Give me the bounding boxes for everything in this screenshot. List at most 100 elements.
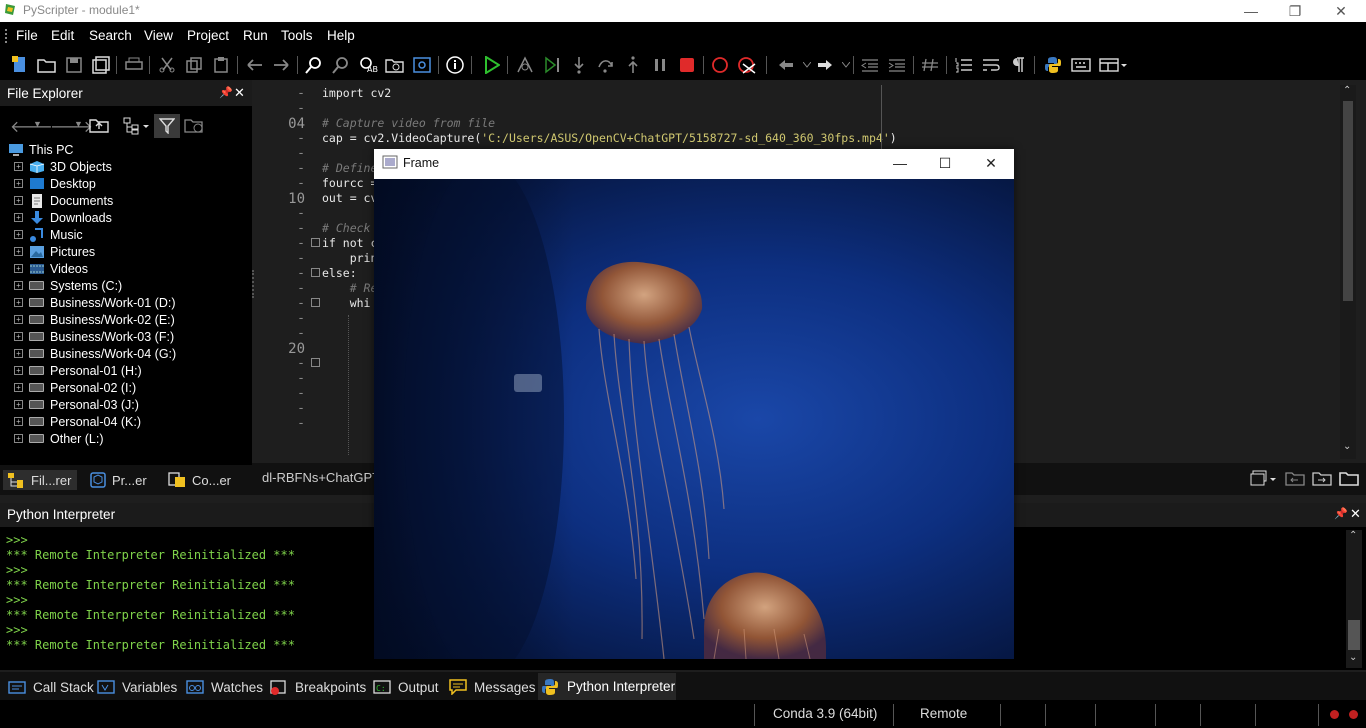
frame-minimize-button[interactable]: — (877, 151, 923, 175)
engine-mode-status[interactable]: Remote (920, 706, 967, 721)
scrollbar-thumb[interactable] (1343, 101, 1353, 301)
restore-button[interactable]: ❐ (1272, 0, 1318, 22)
code-line[interactable]: prin (322, 251, 378, 265)
pyi-close-icon[interactable]: ✕ (1350, 506, 1361, 522)
tree-item[interactable]: + Business/Work-03 (F:) (14, 328, 174, 345)
show-special-chars-icon[interactable] (1007, 54, 1029, 76)
expand-icon[interactable]: + (14, 315, 23, 324)
code-line[interactable]: else: (322, 266, 357, 280)
indent-icon[interactable] (886, 54, 908, 76)
tree-item[interactable]: This PC (8, 141, 73, 158)
code-line[interactable]: import cv2 (322, 86, 391, 100)
code-line[interactable]: whi (322, 296, 371, 310)
expand-icon[interactable]: + (14, 281, 23, 290)
expand-icon[interactable]: + (14, 366, 23, 375)
code-line[interactable]: # Capture video from file (322, 116, 495, 130)
fe-back-dropdown-icon[interactable]: ▼ (33, 119, 42, 129)
tree-item[interactable]: + Personal-02 (I:) (14, 379, 136, 396)
tree-item[interactable]: + Other (L:) (14, 430, 104, 447)
code-line[interactable]: # Check (322, 221, 370, 235)
layouts-dropdown-icon[interactable] (1098, 54, 1128, 76)
save-all-icon[interactable] (90, 54, 112, 76)
expand-icon[interactable]: + (14, 417, 23, 426)
tree-item[interactable]: + Documents (14, 192, 113, 209)
frame-maximize-button[interactable]: ☐ (922, 151, 968, 175)
code-line[interactable]: cap = cv2.VideoCapture('C:/Users/ASUS/Op… (322, 131, 897, 145)
code-line[interactable]: # Define (322, 161, 377, 175)
tree-item[interactable]: + Music (14, 226, 83, 243)
unindent-icon[interactable] (859, 54, 881, 76)
menu-help[interactable]: Help (327, 28, 355, 43)
forward-icon[interactable] (814, 54, 836, 76)
fe-up-folder-icon[interactable] (89, 117, 109, 133)
scroll-up-icon[interactable]: ⌃ (1343, 85, 1351, 96)
expand-icon[interactable]: + (14, 332, 23, 341)
console-scrollbar[interactable]: ⌃ ⌄ (1346, 530, 1362, 668)
expand-icon[interactable]: + (14, 298, 23, 307)
close-panel-icon[interactable]: ✕ (234, 85, 245, 101)
toggle-breakpoint-icon[interactable] (709, 54, 731, 76)
editor-vertical-scrollbar[interactable]: ⌃ ⌄ (1340, 85, 1356, 459)
code-line[interactable]: if not c (322, 236, 377, 250)
menu-file[interactable]: File (16, 28, 38, 43)
stop-icon[interactable] (676, 54, 698, 76)
open-file-icon[interactable] (36, 54, 58, 76)
console-scroll-thumb[interactable] (1348, 620, 1360, 650)
fold-marker-icon[interactable] (311, 298, 320, 307)
info-icon[interactable] (444, 54, 466, 76)
step-out-icon[interactable] (622, 54, 644, 76)
run-to-cursor-icon[interactable] (541, 54, 563, 76)
cut-icon[interactable] (156, 54, 178, 76)
pause-icon[interactable] (649, 54, 671, 76)
copy-icon[interactable] (183, 54, 205, 76)
tab-code-explorer[interactable]: Co...er (164, 470, 242, 490)
editor-tab[interactable]: dl-RBFNs+ChatGPT (262, 470, 380, 485)
expand-icon[interactable]: + (14, 434, 23, 443)
debug-icon[interactable] (514, 54, 536, 76)
maximize-editor-icon[interactable] (1339, 470, 1359, 486)
step-over-icon[interactable] (595, 54, 617, 76)
menu-search[interactable]: Search (89, 28, 132, 43)
menu-project[interactable]: Project (187, 28, 229, 43)
fold-marker-icon[interactable] (311, 268, 320, 277)
scroll-down-icon[interactable]: ⌄ (1343, 441, 1351, 452)
expand-icon[interactable]: + (14, 196, 23, 205)
expand-icon[interactable]: + (14, 247, 23, 256)
tree-item[interactable]: + Systems (C:) (14, 277, 122, 294)
tab-call-stack[interactable]: Call Stack (8, 677, 94, 697)
print-icon[interactable] (123, 54, 145, 76)
expand-icon[interactable]: + (14, 400, 23, 409)
run-icon[interactable] (481, 54, 503, 76)
next-tab-icon[interactable] (1312, 470, 1332, 486)
step-into-icon[interactable] (568, 54, 590, 76)
frame-close-button[interactable]: ✕ (968, 151, 1014, 175)
tree-item[interactable]: + Personal-03 (J:) (14, 396, 139, 413)
close-button[interactable]: ✕ (1318, 0, 1364, 22)
tree-item[interactable]: +3D Objects (14, 158, 112, 175)
fold-marker-icon[interactable] (311, 358, 320, 367)
expand-icon[interactable]: + (14, 179, 23, 188)
word-wrap-icon[interactable] (980, 54, 1002, 76)
expand-icon[interactable]: + (14, 213, 23, 222)
splitter-grip[interactable] (252, 270, 255, 298)
pin-icon[interactable]: 📌 (219, 86, 233, 99)
redo-icon[interactable] (270, 54, 292, 76)
fe-forward-icon[interactable]: 🡒 (50, 116, 93, 137)
tab-list-dropdown-icon[interactable] (1250, 470, 1278, 488)
comment-icon[interactable] (919, 54, 941, 76)
fe-forward-dropdown-icon[interactable]: ▼ (74, 119, 83, 129)
tab-file-explorer[interactable]: Fil...rer (3, 470, 77, 490)
expand-icon[interactable]: + (14, 264, 23, 273)
tab-output[interactable]: C: Output (373, 677, 439, 697)
tree-item[interactable]: + Downloads (14, 209, 112, 226)
menu-view[interactable]: View (144, 28, 173, 43)
paste-icon[interactable] (210, 54, 232, 76)
previous-tab-icon[interactable] (1285, 470, 1305, 486)
code-line[interactable]: fourcc = (322, 176, 377, 190)
menu-run[interactable]: Run (243, 28, 268, 43)
expand-icon[interactable]: + (14, 383, 23, 392)
tab-watches[interactable]: Watches (186, 677, 263, 697)
python-environment-status[interactable]: Conda 3.9 (64bit) (773, 706, 877, 721)
tree-item[interactable]: + Personal-04 (K:) (14, 413, 141, 430)
tree-item[interactable]: + Business/Work-04 (G:) (14, 345, 176, 362)
